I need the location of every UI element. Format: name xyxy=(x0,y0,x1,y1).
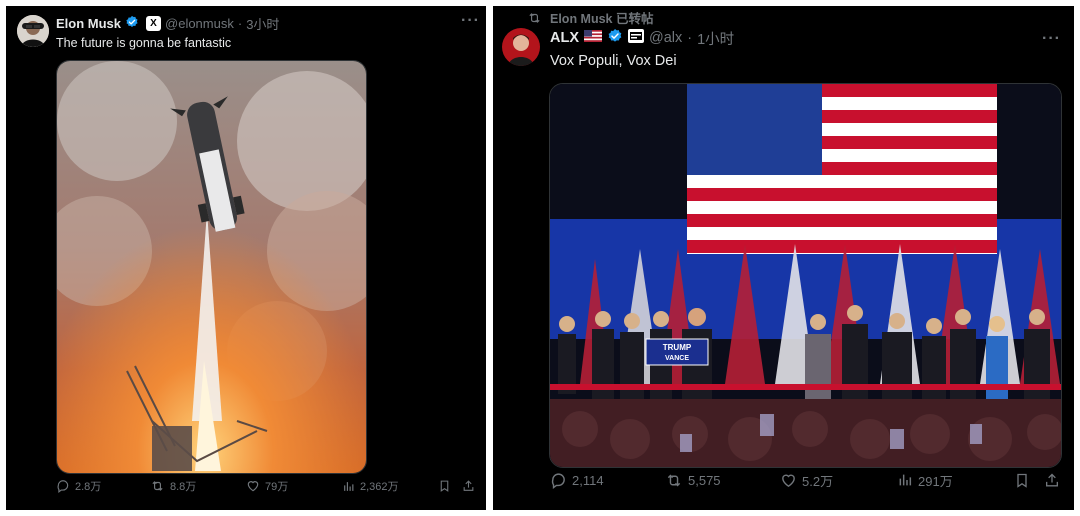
reply-button[interactable]: 2.8万 xyxy=(56,478,101,494)
tweet-header: Elon Musk X @elonmusk · 3小时 xyxy=(56,14,279,32)
repost-context-icon xyxy=(529,12,540,23)
podium-sign-line2: VANCE xyxy=(665,355,689,362)
author-handle[interactable]: @alx xyxy=(649,30,682,46)
bookmark-button[interactable] xyxy=(438,479,451,493)
reply-button[interactable]: 2,114 xyxy=(550,472,604,489)
views-chart-icon xyxy=(344,481,354,491)
like-button[interactable]: 5.2万 xyxy=(780,471,833,490)
affiliate-x-badge-icon: X xyxy=(146,15,162,31)
share-button[interactable] xyxy=(462,479,475,493)
reply-count: 2.8万 xyxy=(75,481,102,493)
tweet-card-elonmusk[interactable]: Elon Musk X @elonmusk · 3小时 ··· The futu… xyxy=(6,6,486,510)
more-options-icon[interactable]: ··· xyxy=(1042,30,1061,48)
views-count: 2,362万 xyxy=(360,481,399,493)
tweet-time[interactable]: 3小时 xyxy=(246,14,279,33)
more-options-icon[interactable]: ··· xyxy=(461,12,480,30)
views-button[interactable]: 291万 xyxy=(897,471,953,490)
repost-button[interactable]: 8.8万 xyxy=(150,478,196,494)
verified-badge-icon xyxy=(125,15,139,32)
author-name[interactable]: Elon Musk xyxy=(56,16,121,31)
heart-icon xyxy=(247,481,259,492)
repost-icon xyxy=(152,481,163,491)
reply-count: 2,114 xyxy=(572,472,604,488)
author-name[interactable]: ALX xyxy=(550,30,579,46)
views-count: 291万 xyxy=(918,473,953,489)
victory-stage-photo-icon: TRUMP VANCE xyxy=(550,84,1061,467)
avatar[interactable] xyxy=(17,15,49,47)
us-flag-icon xyxy=(584,30,602,46)
bookmark-icon xyxy=(440,480,449,492)
repost-context-label: Elon Musk 已转帖 xyxy=(550,12,654,26)
repost-context[interactable]: Elon Musk 已转帖 xyxy=(527,8,653,27)
time-separator: · xyxy=(237,15,243,31)
like-count: 79万 xyxy=(265,481,289,493)
podium-sign-line1: TRUMP xyxy=(663,343,692,352)
reply-icon xyxy=(551,472,565,489)
rocket-launch-photo-icon xyxy=(57,61,366,473)
time-separator: · xyxy=(687,30,693,46)
bookmark-icon xyxy=(1017,473,1027,488)
tweet-text: Vox Populi, Vox Dei xyxy=(550,53,677,69)
repost-button[interactable]: 5,575 xyxy=(665,472,721,489)
repost-icon xyxy=(667,474,681,486)
share-icon xyxy=(463,480,474,491)
tweet-header: ALX @alx · 1小时 xyxy=(550,28,734,48)
tweet-text: The future is gonna be fantastic xyxy=(56,36,232,50)
bookmark-button[interactable] xyxy=(1014,472,1030,489)
views-button[interactable]: 2,362万 xyxy=(342,478,399,494)
repost-count: 8.8万 xyxy=(170,481,197,493)
american-flag xyxy=(687,84,997,254)
share-button[interactable] xyxy=(1044,472,1060,489)
heart-icon xyxy=(782,474,795,487)
tweet-media-photo[interactable]: TRUMP VANCE xyxy=(549,83,1062,468)
tweet-time[interactable]: 1小时 xyxy=(697,28,734,49)
avatar[interactable] xyxy=(502,28,540,66)
tweet-media-photo[interactable] xyxy=(56,60,367,474)
author-handle[interactable]: @elonmusk xyxy=(165,16,234,31)
repost-count: 5,575 xyxy=(688,472,721,488)
like-button[interactable]: 79万 xyxy=(246,478,288,494)
verified-badge-icon xyxy=(607,28,623,48)
like-count: 5.2万 xyxy=(802,473,834,489)
views-chart-icon xyxy=(899,474,912,486)
affiliate-badge-icon xyxy=(628,29,644,47)
tweet-card-alx[interactable]: Elon Musk 已转帖 ALX @alx · 1小时 ··· Vox Pop… xyxy=(493,6,1074,510)
reply-icon xyxy=(57,480,69,493)
share-icon xyxy=(1046,473,1058,486)
